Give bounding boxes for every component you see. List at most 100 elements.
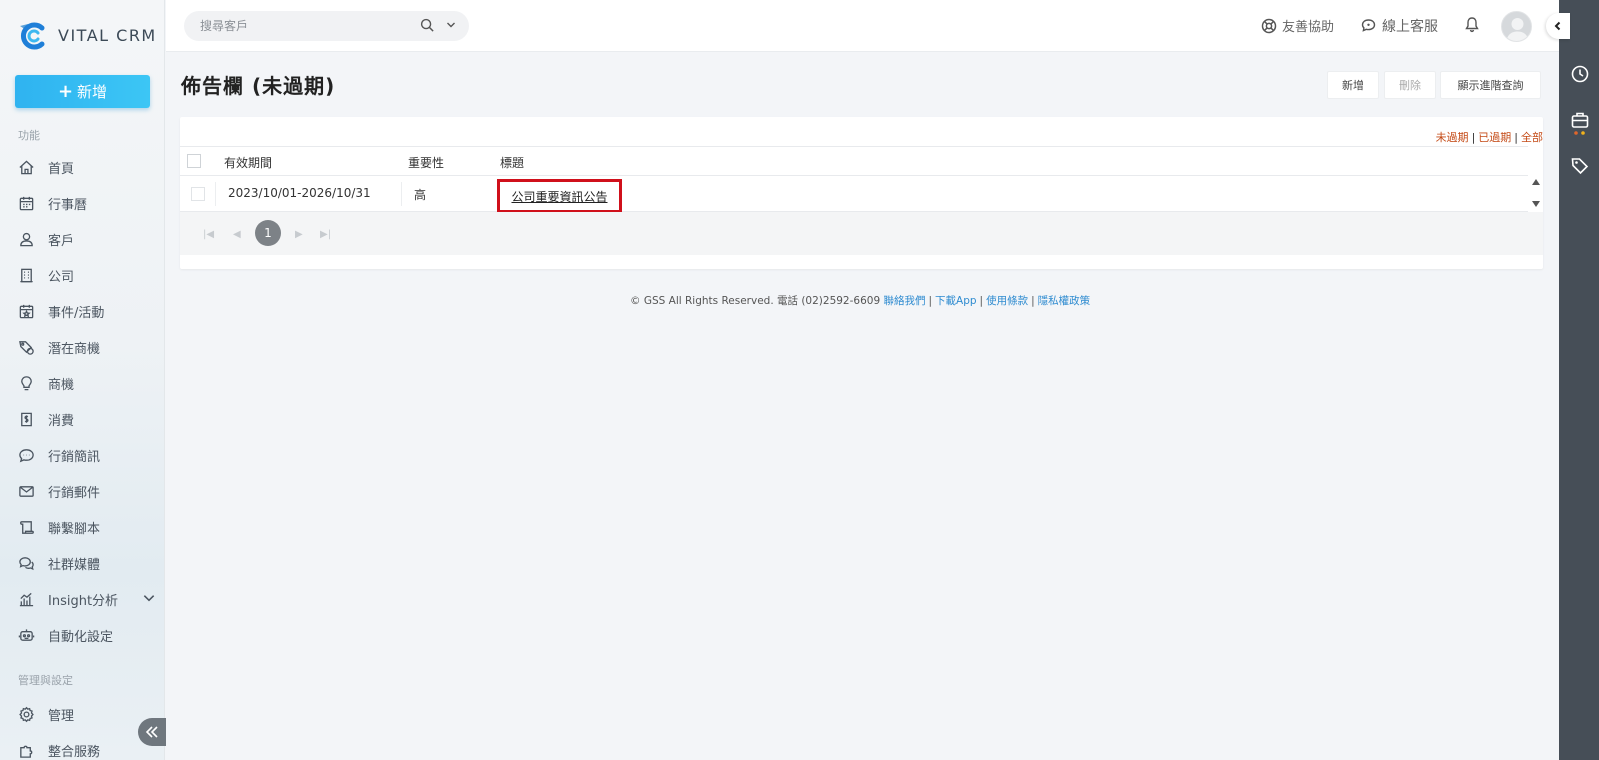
mail-icon — [19, 485, 34, 497]
table-row[interactable]: 2023/10/01-2026/10/31 高 公司重要資訊公告 — [180, 176, 1528, 213]
analytics-icon — [19, 592, 34, 606]
footer-download-link[interactable]: 下載App — [935, 295, 977, 307]
sidebar-item-label: 事件/活動 — [48, 305, 105, 321]
new-button[interactable]: + 新增 — [15, 75, 150, 108]
first-page-icon[interactable]: |◀ — [203, 229, 214, 240]
sidebar-item-consumption[interactable]: 消費 — [18, 407, 158, 431]
footer-separator: | — [1031, 295, 1035, 307]
sidebar-item-calendar[interactable]: 行事曆 — [18, 191, 158, 215]
footer-separator: | — [979, 295, 984, 307]
sidebar-item-label: Insight分析 — [48, 593, 119, 609]
prev-page-icon[interactable]: ◀ — [233, 229, 241, 240]
sidebar-item-label: 商機 — [48, 377, 75, 393]
gear-icon — [19, 706, 34, 722]
footer-copyright: © GSS All Rights Reserved. 電話 (02)2592-6… — [630, 295, 881, 307]
filter-all-link[interactable]: 全部 — [1521, 131, 1543, 144]
sidebar: VITAL CRM + 新增 功能 首頁 行事曆 客戶 公司 事件/活動 潛在商… — [0, 0, 166, 760]
briefcase-icon[interactable] — [1570, 110, 1590, 136]
puzzle-icon — [20, 745, 33, 758]
sidebar-item-insight[interactable]: Insight分析 — [18, 587, 158, 611]
footer-contact-link[interactable]: 聯絡我們 — [883, 295, 925, 307]
select-all-checkbox[interactable] — [187, 154, 201, 168]
sidebar-item-integration[interactable]: 整合服務 — [18, 738, 158, 760]
bell-icon — [1465, 17, 1479, 33]
sidebar-item-social[interactable]: 社群媒體 — [18, 551, 158, 575]
double-chevron-left-icon — [145, 726, 158, 738]
advanced-query-button[interactable]: 顯示進階查詢 — [1440, 71, 1541, 99]
sidebar-item-opportunity[interactable]: 商機 — [18, 371, 158, 395]
add-button[interactable]: 新增 — [1327, 71, 1379, 99]
sms-icon — [19, 448, 34, 462]
sidebar-item-leads[interactable]: 潛在商機 — [18, 335, 158, 359]
customer-search — [184, 11, 469, 41]
cell-importance: 高 — [414, 188, 427, 202]
sidebar-item-email[interactable]: 行銷郵件 — [18, 479, 158, 503]
column-header-period[interactable]: 有效期間 — [224, 154, 272, 171]
vital-crm-logo-icon — [18, 20, 48, 50]
footer-separator: | — [928, 295, 933, 307]
user-icon — [20, 232, 33, 246]
next-page-icon[interactable]: ▶ — [295, 229, 303, 240]
page-title: 佈告欄 (未過期) — [181, 74, 336, 98]
support-link[interactable]: 線上客服 — [1360, 16, 1438, 36]
avatar[interactable] — [1501, 11, 1532, 42]
filter-expired-link[interactable]: 已過期 — [1478, 131, 1511, 144]
calendar-icon — [19, 196, 34, 210]
top-bar: 友善協助 線上客服 — [166, 0, 1559, 52]
sidebar-item-events[interactable]: 事件/活動 — [18, 299, 158, 323]
sidebar-item-label: 行銷簡訊 — [48, 449, 101, 465]
sidebar-item-admin[interactable]: 管理 — [18, 702, 158, 726]
help-link-label: 友善協助 — [1282, 20, 1335, 35]
sidebar-item-label: 聯繫腳本 — [48, 521, 101, 537]
chevron-down-icon[interactable] — [445, 19, 457, 31]
sidebar-item-label: 自動化設定 — [48, 629, 114, 645]
footer-privacy-link[interactable]: 隱私權政策 — [1038, 295, 1091, 307]
table-header: 有效期間 重要性 標題 — [180, 146, 1528, 176]
sidebar-item-automation[interactable]: 自動化設定 — [18, 623, 158, 647]
page-number-current[interactable]: 1 — [255, 220, 281, 246]
last-page-icon[interactable]: ▶| — [320, 229, 331, 240]
announcement-title-highlight: 公司重要資訊公告 — [497, 179, 622, 213]
calendar-star-icon — [19, 304, 34, 318]
column-divider — [401, 182, 402, 206]
chat-icon — [19, 556, 34, 570]
bulletin-panel: 未過期 | 已過期 | 全部 有效期間 重要性 標題 2023/10/01-2026/1… — [180, 117, 1543, 269]
collapse-sidebar-button[interactable] — [138, 718, 166, 746]
delete-button[interactable]: 刪除 — [1384, 71, 1436, 99]
sidebar-item-home[interactable]: 首頁 — [18, 155, 158, 179]
new-button-label: 新增 — [77, 83, 108, 101]
scroll-down-arrow[interactable] — [1532, 201, 1540, 207]
column-header-title[interactable]: 標題 — [500, 154, 524, 171]
logo[interactable]: VITAL CRM — [18, 20, 157, 50]
sidebar-item-label: 社群媒體 — [48, 557, 101, 573]
sidebar-item-sms[interactable]: 行銷簡訊 — [18, 443, 158, 467]
sidebar-item-label: 行事曆 — [48, 197, 88, 213]
filter-unexpired-link[interactable]: 未過期 — [1436, 131, 1469, 144]
search-icon[interactable] — [420, 18, 435, 33]
column-header-importance[interactable]: 重要性 — [408, 154, 444, 171]
chevron-left-icon — [1554, 21, 1561, 31]
footer-terms-link[interactable]: 使用條款 — [986, 295, 1028, 307]
sidebar-item-label: 客戶 — [48, 233, 75, 249]
search-input[interactable] — [200, 19, 400, 33]
help-link[interactable]: 友善協助 — [1261, 16, 1334, 35]
sidebar-item-customer[interactable]: 客戶 — [18, 227, 158, 251]
row-checkbox[interactable] — [191, 187, 205, 201]
sidebar-item-company[interactable]: 公司 — [18, 263, 158, 287]
sidebar-item-label: 管理 — [48, 708, 75, 724]
tag-coin-icon — [19, 340, 34, 355]
rail-toggle-button[interactable] — [1546, 13, 1570, 39]
sidebar-item-label: 公司 — [48, 269, 75, 285]
announcement-title-link[interactable]: 公司重要資訊公告 — [511, 188, 607, 205]
robot-icon — [18, 628, 35, 641]
notifications-button[interactable] — [1464, 16, 1485, 33]
lightbulb-icon — [21, 375, 32, 390]
scroll-up-arrow[interactable] — [1532, 179, 1540, 185]
tag-icon[interactable] — [1570, 156, 1590, 176]
sidebar-item-script[interactable]: 聯繫腳本 — [18, 515, 158, 539]
brand-name: VITAL CRM — [58, 25, 157, 45]
footer: © GSS All Rights Reserved. 電話 (02)2592-6… — [630, 293, 1090, 308]
building-icon — [20, 268, 33, 282]
column-divider — [215, 182, 216, 206]
clock-icon[interactable] — [1570, 64, 1590, 84]
